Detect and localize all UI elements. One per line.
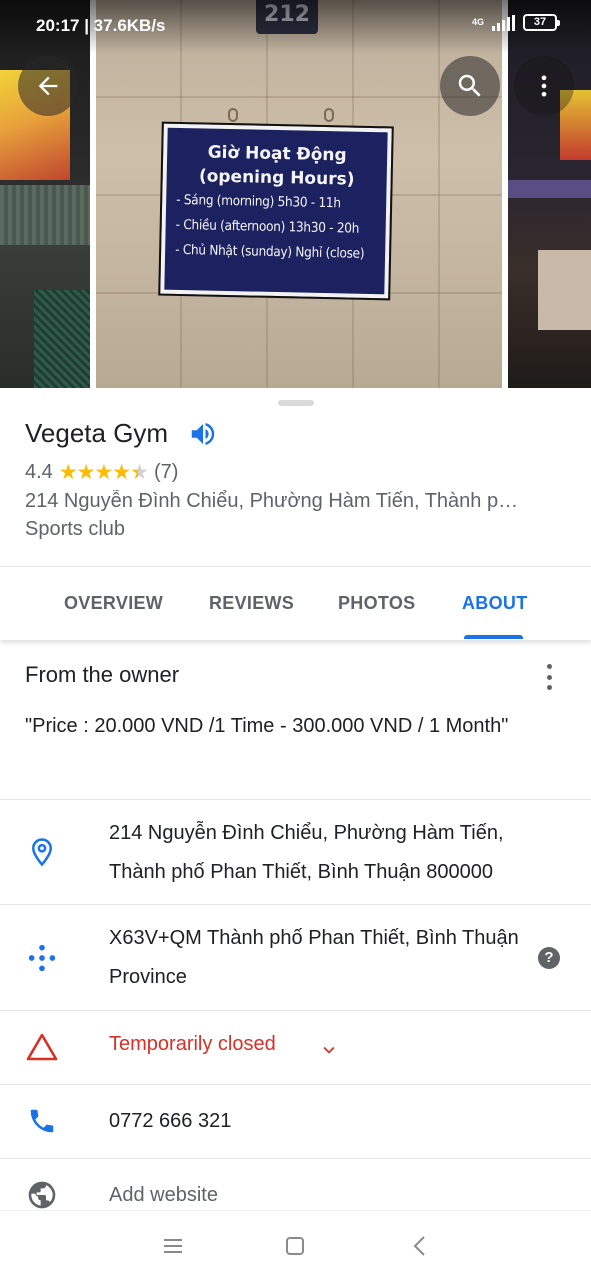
phone-icon [26, 1105, 58, 1137]
website-row[interactable]: Add website [0, 1158, 591, 1210]
sign-hook [228, 108, 238, 122]
speaker-icon[interactable] [188, 419, 218, 449]
place-name: Vegeta Gym [25, 418, 169, 448]
wall-graphic [538, 250, 591, 330]
address-row[interactable]: 214 Nguyễn Đình Chiểu, Phường Hàm Tiến, … [0, 799, 591, 904]
roof-graphic [0, 185, 90, 245]
status-indicators: 4G 37 [471, 14, 560, 31]
sign-hook [324, 108, 334, 122]
address-summary: 214 Nguyễn Đình Chiểu, Phường Hàm Tiến, … [25, 490, 519, 512]
door-graphic [34, 290, 90, 388]
status-bar: 20:17 | 37.6KB/s 4G 37 [0, 0, 591, 54]
active-tab-indicator [464, 635, 523, 639]
owner-description: "Price : 20.000 VND /1 Time - 300.000 VN… [25, 715, 509, 737]
chevron-left-icon [413, 1236, 425, 1256]
arrow-left-icon [38, 76, 58, 96]
phone-number: 0772 666 321 [109, 1110, 232, 1132]
sign-line: - Chủ Nhật (sunday) Nghỉ (close) [174, 241, 365, 262]
battery-icon: 37 [523, 14, 560, 31]
phone-row[interactable]: 0772 666 321 [0, 1084, 591, 1158]
search-icon [458, 74, 481, 97]
system-nav-bar [0, 1210, 591, 1280]
photo-main[interactable]: 212 Giờ Hoạt Động (opening Hours) - Sáng… [96, 0, 502, 388]
rating-row[interactable]: 4.4 ★★★★★ (7) [25, 460, 178, 485]
place-sheet: Vegeta Gym 4.4 ★★★★★ (7) 214 Nguyễn Đình… [0, 388, 591, 1210]
business-status: Temporarily closed [109, 1033, 276, 1055]
full-address: 214 Nguyễn Đình Chiểu, Phường Hàm Tiến, … [109, 822, 504, 883]
star-rating-icon: ★★★★★ [58, 461, 149, 484]
chevron-down-icon[interactable] [318, 1039, 340, 1061]
status-time: 20:17 | 37.6KB/s [36, 16, 166, 35]
more-options-button[interactable] [514, 56, 574, 116]
owner-section-title: From the owner [25, 662, 180, 687]
warning-triangle-icon [26, 1031, 58, 1063]
system-back-button[interactable] [405, 1233, 435, 1259]
tab-photos[interactable]: PHOTOS [338, 593, 415, 614]
business-status-row[interactable]: Temporarily closed [0, 1010, 591, 1084]
menu-icon [164, 1239, 182, 1253]
photo-strip[interactable]: 212 Giờ Hoạt Động (opening Hours) - Sáng… [0, 0, 591, 400]
opening-hours-sign: Giờ Hoạt Động (opening Hours) - Sáng (mo… [158, 121, 394, 301]
review-count: (7) [153, 461, 179, 483]
tab-reviews[interactable]: REVIEWS [209, 593, 294, 614]
roof-graphic [508, 180, 591, 198]
tab-bar: OVERVIEW REVIEWS PHOTOS ABOUT [0, 566, 591, 640]
title-row: Vegeta Gym [25, 418, 218, 449]
plus-code-icon [26, 942, 58, 974]
network-type: 4G [471, 17, 484, 27]
location-pin-icon [26, 836, 58, 868]
tab-overview[interactable]: OVERVIEW [64, 593, 163, 614]
plus-code: X63V+QM Thành phố Phan Thiết, Bình Thuận… [109, 927, 519, 988]
signal-icon [492, 14, 515, 31]
tab-about[interactable]: ABOUT [462, 593, 528, 614]
plus-code-row[interactable]: X63V+QM Thành phố Phan Thiết, Bình Thuận… [0, 904, 591, 1010]
back-button[interactable] [18, 56, 78, 116]
place-category[interactable]: Sports club [25, 518, 125, 541]
globe-icon [26, 1179, 58, 1211]
help-icon[interactable]: ? [538, 947, 560, 969]
recent-apps-button[interactable] [158, 1233, 188, 1259]
home-button[interactable] [280, 1233, 310, 1259]
rating-value: 4.4 [25, 461, 53, 483]
more-vert-icon [541, 75, 547, 97]
drag-handle[interactable] [278, 400, 314, 406]
home-square-icon [286, 1237, 304, 1255]
owner-more-button[interactable] [538, 664, 560, 690]
search-button[interactable] [440, 56, 500, 116]
